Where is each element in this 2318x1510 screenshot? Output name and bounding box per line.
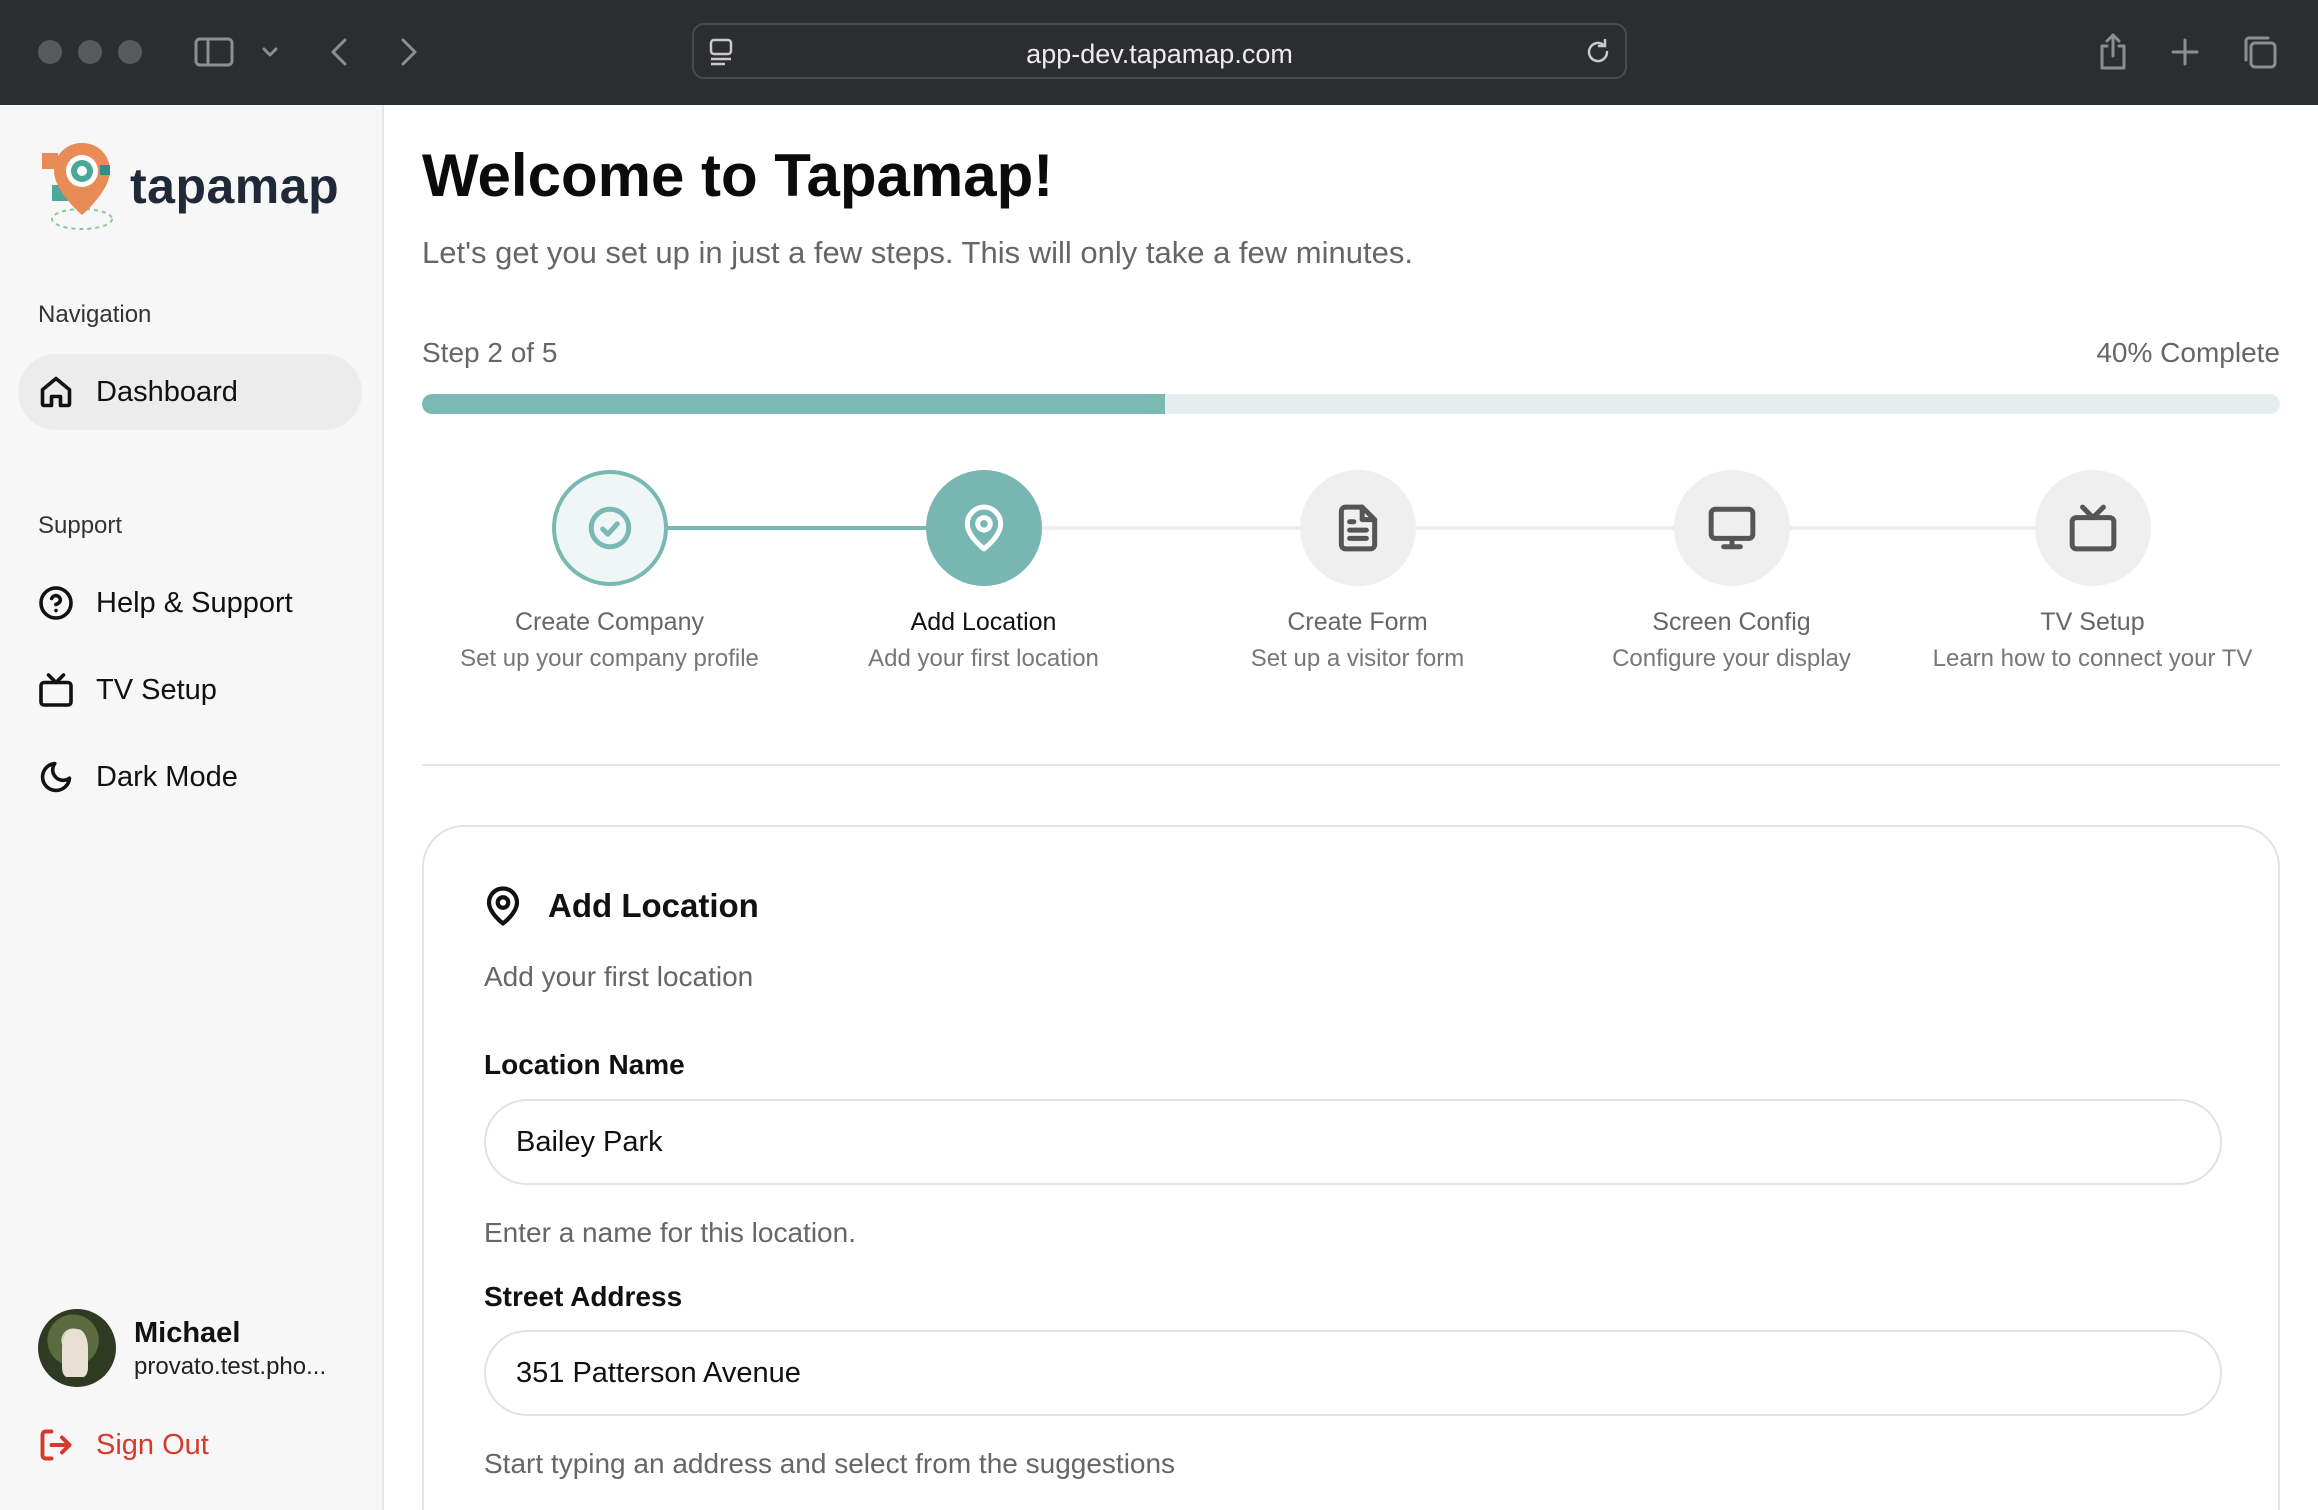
sidebar-item-tv-setup[interactable]: TV Setup <box>18 652 362 728</box>
step-title: Create Form <box>1287 608 1428 636</box>
address-bar[interactable]: app-dev.tapamap.com <box>692 23 1627 79</box>
step-description: Configure your display <box>1612 645 1851 672</box>
avatar <box>38 1309 116 1387</box>
main-content: Welcome to Tapamap! Let's get you set up… <box>384 105 2318 1510</box>
check-circle-icon <box>588 506 631 550</box>
step-title: Add Location <box>910 608 1057 636</box>
sidebar-item-label: Dark Mode <box>96 760 238 793</box>
step-create-company[interactable]: Create Company Set up your company profi… <box>422 470 797 673</box>
step-create-form[interactable]: Create Form Set up a visitor form <box>1170 470 1545 673</box>
tv-icon <box>39 673 73 707</box>
sidebar-item-label: TV Setup <box>96 673 217 706</box>
home-icon <box>40 376 72 408</box>
logo-wordmark: tapamap <box>130 158 340 214</box>
user-name: Michael <box>134 1317 241 1349</box>
page-title: Welcome to Tapamap! <box>422 142 1054 209</box>
sidebar-toggle-icon[interactable] <box>192 30 236 74</box>
document-icon <box>1338 504 1377 552</box>
step-status-circle <box>551 470 668 586</box>
monitor-icon <box>1708 506 1755 550</box>
location-name-label: Location Name <box>484 1049 685 1080</box>
page-subtitle: Let's get you set up in just a few steps… <box>422 235 1413 270</box>
step-screen-config[interactable]: Screen Config Configure your display <box>1544 470 1919 673</box>
sidebar-item-help-support[interactable]: Help & Support <box>18 565 362 641</box>
new-tab-icon[interactable] <box>2166 30 2204 74</box>
add-location-card: Add Location Add your first location Loc… <box>422 825 2280 1510</box>
step-counter: Step 2 of 5 <box>422 337 558 368</box>
logout-icon <box>40 1429 72 1461</box>
step-description: Set up your company profile <box>460 645 759 672</box>
section-divider <box>422 764 2280 766</box>
window-minimize-button[interactable] <box>78 40 102 64</box>
forward-arrow-icon[interactable] <box>392 30 426 74</box>
sidebar-item-dashboard[interactable]: Dashboard <box>18 354 362 430</box>
navigation-section-title: Navigation <box>38 301 152 328</box>
street-address-label: Street Address <box>484 1281 683 1312</box>
step-title: Screen Config <box>1652 608 1811 636</box>
step-status-circle <box>925 470 1042 586</box>
tv-icon <box>2069 504 2116 552</box>
sidebar-item-dark-mode[interactable]: Dark Mode <box>18 739 362 815</box>
onboarding-stepper: Create Company Set up your company profi… <box>422 470 2280 672</box>
card-title: Add Location <box>548 887 759 924</box>
browser-toolbar: app-dev.tapamap.com <box>0 0 2318 105</box>
sign-out-label: Sign Out <box>96 1428 209 1461</box>
card-header: Add Location <box>482 885 759 927</box>
user-email: provato.test.pho... <box>134 1353 327 1380</box>
location-name-input[interactable] <box>484 1099 2222 1185</box>
step-title: Create Company <box>515 608 704 636</box>
map-pin-icon <box>486 886 520 926</box>
tapamap-logo-icon <box>42 143 113 230</box>
sidebar-item-label: Help & Support <box>96 586 293 619</box>
help-circle-icon <box>39 586 73 620</box>
step-title: TV Setup <box>2040 608 2145 636</box>
window-close-button[interactable] <box>38 40 62 64</box>
percent-complete: 40% Complete <box>2096 337 2280 368</box>
share-icon[interactable] <box>2094 30 2132 74</box>
step-tv-setup[interactable]: TV Setup Learn how to connect your TV <box>1905 470 2280 673</box>
step-description: Add your first location <box>868 645 1099 672</box>
card-subtitle: Add your first location <box>484 961 754 992</box>
street-address-input[interactable] <box>484 1330 2222 1416</box>
reload-icon[interactable] <box>1583 37 1613 72</box>
progress-bar <box>422 394 2280 414</box>
tapamap-logo[interactable]: tapamap <box>38 135 348 235</box>
step-description: Set up a visitor form <box>1250 645 1465 672</box>
street-address-help: Start typing an address and select from … <box>484 1448 1176 1479</box>
support-section-title: Support <box>38 512 123 539</box>
step-description: Learn how to connect your TV <box>1932 645 2253 672</box>
progress-bar-fill <box>422 394 1166 414</box>
step-status-circle <box>1673 470 1790 586</box>
url-text: app-dev.tapamap.com <box>1026 39 1293 69</box>
back-arrow-icon[interactable] <box>322 30 356 74</box>
step-status-circle <box>2034 470 2151 586</box>
window-zoom-button[interactable] <box>118 40 142 64</box>
user-profile[interactable]: Michael provato.test.pho... <box>38 1309 358 1389</box>
step-status-circle <box>1299 470 1416 586</box>
map-pin-icon <box>964 504 1003 552</box>
sidebar: tapamap Navigation Dashboard Support Hel… <box>0 105 384 1510</box>
location-name-help: Enter a name for this location. <box>484 1217 856 1248</box>
sign-out-button[interactable]: Sign Out <box>38 1427 209 1463</box>
sidebar-item-label: Dashboard <box>96 375 238 408</box>
step-add-location[interactable]: Add Location Add your first location <box>796 470 1171 673</box>
tab-overview-icon[interactable] <box>2240 30 2280 74</box>
moon-icon <box>40 761 72 793</box>
chevron-down-icon[interactable] <box>256 30 284 74</box>
